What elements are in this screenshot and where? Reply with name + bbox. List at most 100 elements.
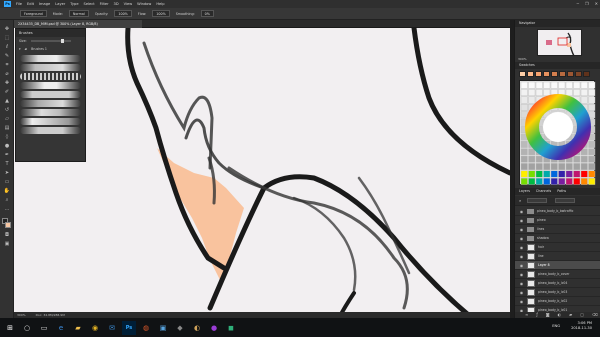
start-icon[interactable]: ⊞ — [3, 321, 17, 335]
brush-preset[interactable] — [20, 118, 81, 125]
swatch-cell[interactable] — [535, 81, 543, 89]
pen-tool-icon[interactable]: ✒ — [3, 152, 11, 159]
brush-group[interactable]: ▾ ▰ Brushes 1 — [16, 45, 85, 53]
navigator-zoom[interactable]: 300% — [518, 57, 527, 61]
menu-view[interactable]: View — [124, 2, 133, 6]
quick-mask-icon[interactable]: ◘ — [3, 232, 11, 239]
swatch-cell[interactable] — [528, 155, 536, 163]
swatch-cell[interactable] — [580, 177, 588, 185]
color-swatch[interactable] — [575, 71, 582, 77]
visibility-eye-icon[interactable]: ◉ — [519, 290, 524, 295]
swatch-cell[interactable] — [520, 170, 528, 178]
maximize-icon[interactable]: ❐ — [585, 1, 589, 6]
layer-group[interactable]: ◉ pineo_body_b_bwtraffic — [515, 207, 600, 216]
history-brush-tool-icon[interactable]: ↺ — [3, 107, 11, 114]
swatch-cell[interactable] — [528, 177, 536, 185]
swatch-cell[interactable] — [565, 89, 573, 96]
eyedropper-tool-icon[interactable]: ⌀ — [3, 71, 11, 78]
swatch-cell[interactable] — [588, 141, 596, 148]
path-select-tool-icon[interactable]: ➤ — [3, 170, 11, 177]
swatch-cell[interactable] — [565, 170, 573, 178]
swatch-cell[interactable] — [543, 89, 551, 96]
smoothing-field[interactable]: 0% — [200, 10, 214, 17]
menu-filter[interactable]: Filter — [100, 2, 109, 6]
color-wheel-swatch-panel[interactable] — [519, 80, 596, 185]
swatch-cell[interactable] — [520, 155, 528, 163]
swatch-cell[interactable] — [543, 170, 551, 178]
lasso-tool-icon[interactable]: ℓ — [3, 44, 11, 51]
brush-preset-picker[interactable]: Foreground — [20, 10, 47, 17]
zoom-tool-icon[interactable]: ⌕ — [3, 197, 11, 204]
layer-row[interactable]: ◉ Layer 8 — [515, 261, 600, 270]
brush-preset[interactable] — [20, 82, 81, 89]
swatch-cell[interactable] — [520, 96, 528, 104]
brush-tool-icon[interactable]: ✐ — [3, 89, 11, 96]
opacity-field[interactable]: 100% — [114, 10, 132, 17]
blend-mode-select[interactable] — [527, 198, 547, 203]
brush-preset[interactable] — [20, 100, 81, 107]
eraser-tool-icon[interactable]: ▱ — [3, 116, 11, 123]
layer-group[interactable]: ◉ pineo — [515, 216, 600, 225]
layer-row[interactable]: ◉ hair — [515, 243, 600, 252]
dodge-tool-icon[interactable]: ● — [3, 143, 11, 150]
swatch-cell[interactable] — [573, 177, 581, 185]
swatch-cell[interactable] — [573, 155, 581, 163]
color-swatch[interactable] — [527, 71, 534, 77]
swatch-cell[interactable] — [558, 163, 566, 171]
swatch-cell[interactable] — [520, 89, 528, 96]
marquee-tool-icon[interactable]: ⬚ — [3, 35, 11, 42]
color-swatch[interactable] — [519, 71, 526, 77]
swatch-cell[interactable] — [543, 177, 551, 185]
brush-preset[interactable] — [20, 55, 81, 62]
swatch-cell[interactable] — [573, 81, 581, 89]
swatch-cell[interactable] — [535, 163, 543, 171]
swatch-cell[interactable] — [588, 96, 596, 104]
healing-tool-icon[interactable]: ✚ — [3, 80, 11, 87]
layer-row[interactable]: ◉ pineo_body_b_lc02 — [515, 297, 600, 306]
edge-icon[interactable]: e — [54, 321, 68, 335]
mail-icon[interactable]: ✉ — [105, 321, 119, 335]
swatch-cell[interactable] — [588, 170, 596, 178]
swatch-cell[interactable] — [580, 163, 588, 171]
navigator-preview[interactable] — [537, 29, 582, 57]
swatch-cell[interactable] — [573, 89, 581, 96]
quick-select-tool-icon[interactable]: ✎ — [3, 53, 11, 60]
opacity-select[interactable] — [555, 198, 575, 203]
brush-size-slider[interactable] — [30, 39, 71, 43]
color-swatch[interactable] — [567, 71, 574, 77]
filter-icon[interactable]: ⌕ — [519, 198, 521, 203]
layer-row[interactable]: ◉ pineo_body_b_lc03 — [515, 288, 600, 297]
swatch-cell[interactable] — [520, 148, 528, 156]
menu-edit[interactable]: Edit — [27, 2, 34, 6]
clock-date[interactable]: 2018-11-30 — [571, 326, 592, 331]
blur-tool-icon[interactable]: ◊ — [3, 134, 11, 141]
layer-row[interactable]: ◉ pineo_body_b_lc04 — [515, 279, 600, 288]
swatch-cell[interactable] — [543, 81, 551, 89]
more-tools-icon[interactable]: … — [3, 206, 11, 213]
language-indicator[interactable]: ENG — [552, 324, 560, 329]
swatch-cell[interactable] — [565, 177, 573, 185]
brush-preset[interactable] — [20, 91, 81, 98]
menu-layer[interactable]: Layer — [55, 2, 65, 6]
color-swatch[interactable] — [535, 71, 542, 77]
swatch-cell[interactable] — [520, 177, 528, 185]
tab-layers[interactable]: Layers — [519, 188, 530, 195]
swatch-cell[interactable] — [580, 155, 588, 163]
brush-preset[interactable] — [20, 109, 81, 116]
tab-navigator[interactable]: Navigator — [519, 20, 535, 27]
swatch-cell[interactable] — [550, 177, 558, 185]
color-swatch[interactable] — [559, 71, 566, 77]
swatch-cell[interactable] — [528, 170, 536, 178]
background-color-swatch[interactable] — [5, 222, 11, 228]
swatch-cell[interactable] — [535, 177, 543, 185]
folder-icon[interactable]: ▰ — [71, 321, 85, 335]
swatch-cell[interactable] — [558, 170, 566, 178]
visibility-eye-icon[interactable]: ◉ — [519, 281, 524, 286]
menu-window[interactable]: Window — [137, 2, 151, 6]
menu-file[interactable]: File — [16, 2, 22, 6]
color-swatch[interactable] — [551, 71, 558, 77]
swatch-cell[interactable] — [558, 177, 566, 185]
visibility-eye-icon[interactable]: ◉ — [519, 236, 524, 241]
app-icon-4[interactable]: ◐ — [190, 321, 204, 335]
swatch-cell[interactable] — [520, 81, 528, 89]
